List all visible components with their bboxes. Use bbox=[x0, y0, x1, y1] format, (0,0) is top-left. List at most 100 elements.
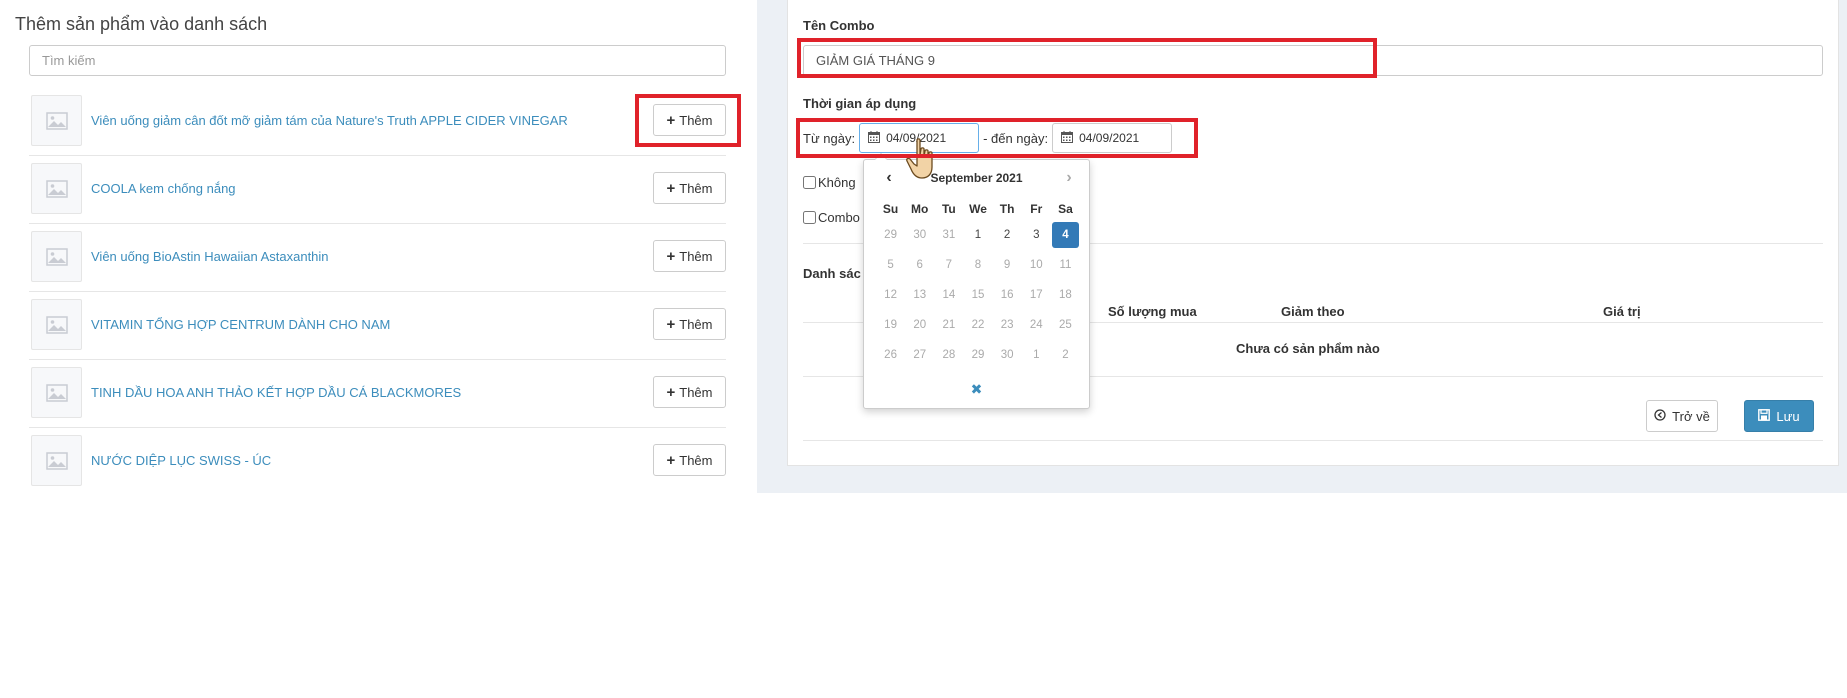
week-row: 26 27 28 29 30 1 2 bbox=[876, 340, 1080, 370]
product-link[interactable]: Viên uống giảm cân đốt mỡ giảm tám của N… bbox=[91, 88, 568, 154]
day-cell[interactable]: 25 bbox=[1051, 310, 1080, 340]
checkbox[interactable] bbox=[803, 176, 816, 189]
week-row: 12 13 14 15 16 17 18 bbox=[876, 280, 1080, 310]
image-placeholder-icon bbox=[31, 435, 82, 486]
datepicker-weeks: 29 30 31 1 2 3 4 5 6 7 8 9 10 11 12 13 14 15 16 17 18 19 20 21 2… bbox=[876, 220, 1080, 370]
datepicker-month-title[interactable]: September 2021 bbox=[864, 171, 1089, 185]
form-footer-divider bbox=[803, 440, 1823, 441]
day-cell[interactable]: 8 bbox=[963, 250, 992, 280]
day-cell[interactable]: 3 bbox=[1022, 220, 1051, 250]
option-checkbox-2[interactable]: Combo bbox=[803, 210, 860, 225]
image-placeholder-icon bbox=[31, 367, 82, 418]
product-link[interactable]: NƯỚC DIỆP LỤC SWISS - ÚC bbox=[91, 428, 271, 494]
day-cell[interactable]: 5 bbox=[876, 250, 905, 280]
chevron-right-icon[interactable]: › bbox=[1059, 168, 1079, 188]
day-cell[interactable]: 11 bbox=[1051, 250, 1080, 280]
image-placeholder-icon bbox=[31, 95, 82, 146]
day-cell[interactable]: 1 bbox=[1022, 340, 1051, 370]
day-cell[interactable]: 24 bbox=[1022, 310, 1051, 340]
add-product-button[interactable]: + Thêm bbox=[653, 444, 726, 476]
day-cell[interactable]: 14 bbox=[934, 280, 963, 310]
annotation-box bbox=[635, 94, 741, 147]
image-placeholder-icon bbox=[31, 231, 82, 282]
day-cell[interactable]: 2 bbox=[1051, 340, 1080, 370]
dow-label: Sa bbox=[1058, 202, 1073, 216]
option-checkbox-1[interactable]: Không bbox=[803, 175, 856, 190]
combo-name-label: Tên Combo bbox=[803, 18, 875, 33]
dow-label: We bbox=[969, 202, 987, 216]
week-row: 5 6 7 8 9 10 11 bbox=[876, 250, 1080, 280]
period-label: Thời gian áp dụng bbox=[803, 96, 917, 111]
annotation-box bbox=[797, 38, 1377, 78]
day-cell[interactable]: 19 bbox=[876, 310, 905, 340]
day-cell[interactable]: 20 bbox=[905, 310, 934, 340]
day-cell[interactable]: 29 bbox=[963, 340, 992, 370]
list-item: VITAMIN TỔNG HỢP CENTRUM DÀNH CHO NAM + T… bbox=[29, 292, 726, 360]
day-cell[interactable]: 10 bbox=[1022, 250, 1051, 280]
day-cell[interactable]: 17 bbox=[1022, 280, 1051, 310]
day-cell[interactable]: 31 bbox=[934, 220, 963, 250]
list-item: TINH DẦU HOA ANH THẢO KẾT HỢP DẦU CÁ BLA… bbox=[29, 360, 726, 428]
day-cell[interactable]: 30 bbox=[993, 340, 1022, 370]
datepicker-header: ‹ September 2021 › bbox=[864, 168, 1089, 188]
annotation-box bbox=[796, 118, 1198, 158]
day-cell[interactable]: 1 bbox=[963, 220, 992, 250]
save-button[interactable]: Lưu bbox=[1744, 400, 1814, 432]
day-cell[interactable]: 21 bbox=[934, 310, 963, 340]
plus-icon: + bbox=[666, 315, 676, 333]
panel-title: Thêm sản phẩm vào danh sách bbox=[15, 14, 268, 34]
datepicker-grid: Su Mo Tu We Th Fr Sa 29 30 31 1 2 3 4 5 6 7 8 9 10 11… bbox=[876, 198, 1080, 370]
day-cell[interactable]: 27 bbox=[905, 340, 934, 370]
day-cell[interactable]: 15 bbox=[963, 280, 992, 310]
dow-label: Th bbox=[999, 202, 1015, 216]
add-product-button[interactable]: + Thêm bbox=[653, 172, 726, 204]
day-cell[interactable]: 30 bbox=[905, 220, 934, 250]
day-cell[interactable]: 18 bbox=[1051, 280, 1080, 310]
dow-label: Tu bbox=[941, 202, 956, 216]
day-cell[interactable]: 29 bbox=[876, 220, 905, 250]
floppy-disk-icon bbox=[1758, 408, 1771, 424]
product-link[interactable]: COOLA kem chống nắng bbox=[91, 156, 236, 222]
close-icon[interactable]: ✖ bbox=[864, 381, 1089, 398]
product-list-label: Danh sác bbox=[803, 266, 861, 281]
day-cell[interactable]: 4 bbox=[1051, 222, 1079, 248]
list-item: NƯỚC DIỆP LỤC SWISS - ÚC + Thêm bbox=[29, 428, 726, 496]
search-input[interactable] bbox=[29, 45, 726, 76]
checkbox[interactable] bbox=[803, 211, 816, 224]
dow-label: Mo bbox=[911, 202, 929, 216]
add-product-button[interactable]: + Thêm bbox=[653, 376, 726, 408]
day-cell[interactable]: 7 bbox=[934, 250, 963, 280]
list-item: COOLA kem chống nắng + Thêm bbox=[29, 156, 726, 224]
back-button[interactable]: Trở về bbox=[1646, 400, 1718, 432]
day-cell[interactable]: 9 bbox=[993, 250, 1022, 280]
circle-arrow-left-icon bbox=[1654, 408, 1666, 424]
image-placeholder-icon bbox=[31, 299, 82, 350]
week-row: 19 20 21 22 23 24 25 bbox=[876, 310, 1080, 340]
add-product-button[interactable]: + Thêm bbox=[653, 240, 726, 272]
day-cell[interactable]: 16 bbox=[993, 280, 1022, 310]
column-header-value: Giá trị bbox=[1603, 304, 1641, 319]
product-link[interactable]: VITAMIN TỔNG HỢP CENTRUM DÀNH CHO NAM bbox=[91, 292, 390, 358]
plus-icon: + bbox=[666, 247, 676, 265]
week-row: 29 30 31 1 2 3 4 bbox=[876, 220, 1080, 250]
day-cell[interactable]: 2 bbox=[993, 220, 1022, 250]
column-header-quantity: Số lượng mua bbox=[1108, 304, 1197, 319]
product-link[interactable]: Viên uống BioAstin Hawaiian Astaxanthin bbox=[91, 224, 329, 290]
day-cell[interactable]: 23 bbox=[993, 310, 1022, 340]
day-cell[interactable]: 28 bbox=[934, 340, 963, 370]
day-cell[interactable]: 6 bbox=[905, 250, 934, 280]
plus-icon: + bbox=[666, 179, 676, 197]
day-of-week-row: Su Mo Tu We Th Fr Sa bbox=[876, 198, 1080, 220]
add-product-button[interactable]: + Thêm bbox=[653, 308, 726, 340]
product-picker-panel: Thêm sản phẩm vào danh sách Viên uống gi… bbox=[0, 0, 757, 493]
column-header-discount-by: Giảm theo bbox=[1281, 304, 1345, 319]
day-cell[interactable]: 26 bbox=[876, 340, 905, 370]
product-list: Viên uống giảm cân đốt mỡ giảm tám của N… bbox=[29, 88, 726, 496]
day-cell[interactable]: 12 bbox=[876, 280, 905, 310]
day-cell[interactable]: 13 bbox=[905, 280, 934, 310]
dow-label: Su bbox=[882, 202, 899, 216]
product-link[interactable]: TINH DẦU HOA ANH THẢO KẾT HỢP DẦU CÁ BLA… bbox=[91, 360, 461, 426]
empty-table-message: Chưa có sản phẩm nào bbox=[1236, 341, 1380, 356]
list-item: Viên uống BioAstin Hawaiian Astaxanthin … bbox=[29, 224, 726, 292]
day-cell[interactable]: 22 bbox=[963, 310, 992, 340]
